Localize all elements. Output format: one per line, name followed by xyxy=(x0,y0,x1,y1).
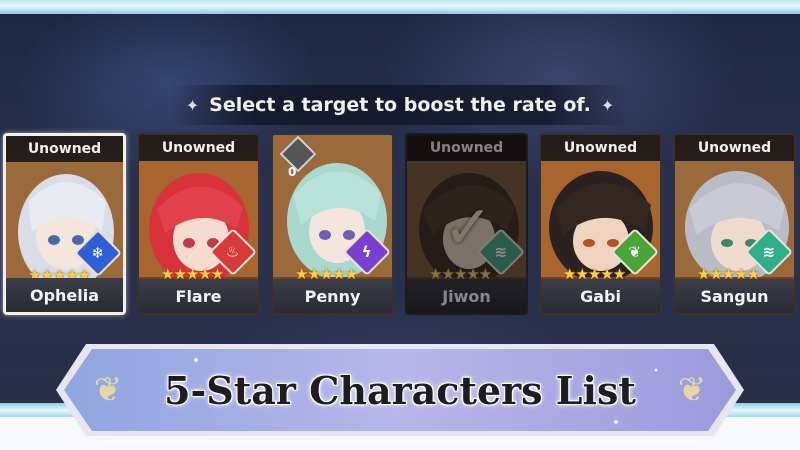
character-name: Gabi xyxy=(541,279,660,313)
title-banner: ❦ ❦ 5-Star Characters List xyxy=(56,340,744,440)
ownership-status: Unowned xyxy=(6,136,123,162)
character-card-penny[interactable]: 0 ϟ ★★★★★ Penny xyxy=(271,133,394,315)
character-name: Ophelia xyxy=(6,278,123,312)
character-card-gabi[interactable]: Unowned ❦ ★★★★★ Gabi xyxy=(539,133,662,315)
character-card-flare[interactable]: Unowned ♨ ★★★★★ Flare xyxy=(137,133,260,315)
prompt-text: Select a target to boost the rate of. xyxy=(209,94,591,116)
top-stripe xyxy=(0,0,800,14)
character-name: Penny xyxy=(273,279,392,313)
character-card-ophelia[interactable]: Unowned ❄ ★★★★★ Ophelia xyxy=(3,133,126,315)
ownership-status: Unowned xyxy=(407,135,526,161)
character-card-jiwon[interactable]: Unowned ✓ ≋ ★★★★★ Jiwon xyxy=(405,133,528,315)
character-name: Flare xyxy=(139,279,258,313)
sparkle-icon: ✦ xyxy=(185,95,200,115)
sparkle-icon: ✦ xyxy=(600,95,615,115)
character-name: Jiwon xyxy=(407,279,526,313)
character-card-sangun[interactable]: Unowned ≋ ★★★★★ Sangun xyxy=(673,133,796,315)
character-list: Unowned ❄ ★★★★★ Ophelia Unowned ♨ ★★★★★ … xyxy=(3,133,797,319)
owned-count: 0 xyxy=(288,165,297,179)
ownership-status: Unowned xyxy=(541,135,660,161)
prompt-bar: ✦ Select a target to boost the rate of. … xyxy=(170,85,630,125)
ownership-status: Unowned xyxy=(675,135,794,161)
ownership-status: Unowned xyxy=(139,135,258,161)
banner-title: 5-Star Characters List xyxy=(164,367,636,413)
character-name: Sangun xyxy=(675,279,794,313)
